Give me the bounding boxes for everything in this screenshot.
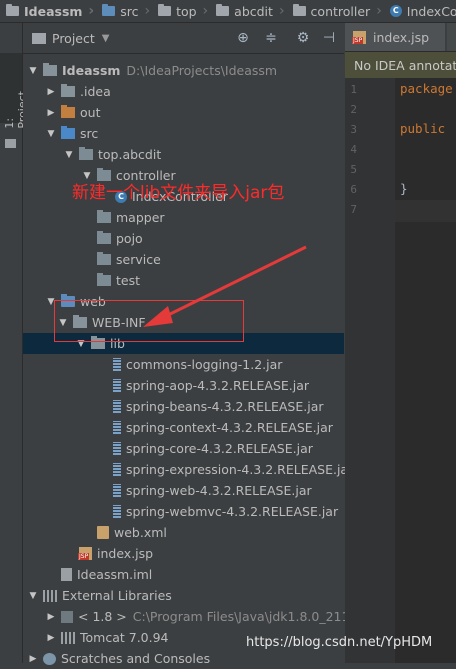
arrow-head [143,306,173,327]
arrow-shaft [157,245,307,322]
watermark: https://blog.csdn.net/YpHDM [246,635,433,650]
annotation-arrow [143,245,307,327]
